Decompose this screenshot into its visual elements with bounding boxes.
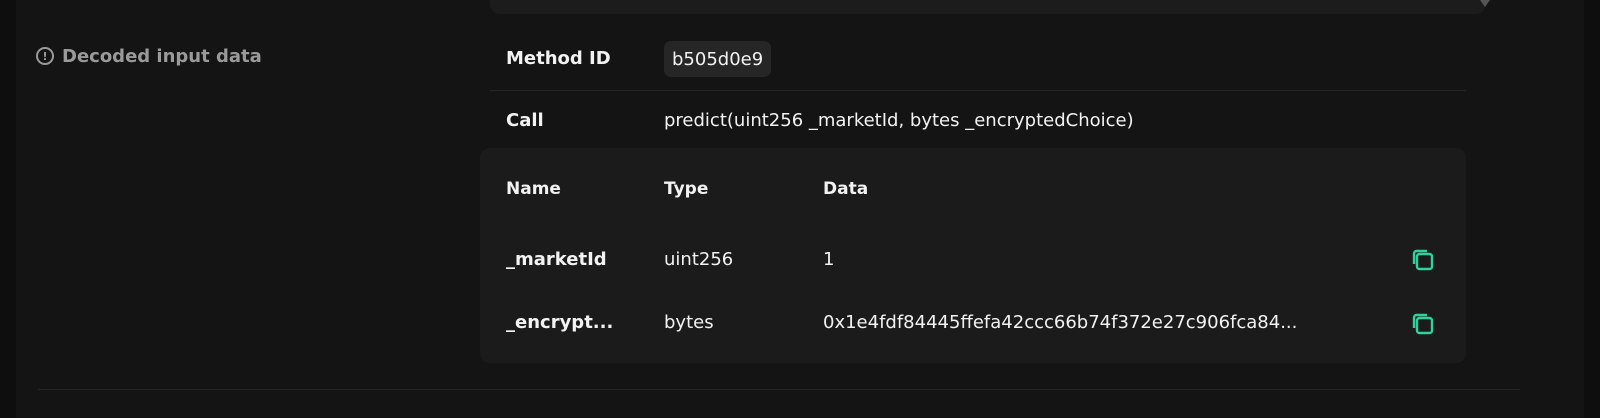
section-label: ! Decoded input data [36,43,262,69]
section-divider [38,389,1520,390]
method-id-badge: b505d0e9 [664,41,772,77]
previous-field-panel [490,0,1486,14]
call-signature: predict(uint256 _marketId, bytes _encryp… [664,110,1134,131]
column-header-data: Data [823,179,869,199]
param-type: uint256 [664,249,734,270]
param-name: _marketId [506,249,607,270]
method-id-label: Method ID [506,48,611,69]
column-header-type: Type [664,179,709,199]
method-id-value: b505d0e9 [672,48,764,70]
param-type: bytes [664,312,714,333]
copy-icon[interactable] [1410,247,1436,273]
param-data: 1 [823,249,835,270]
params-table: Name Type Data _marketId uint256 1 _encr… [480,148,1466,363]
param-name: _encrypt... [506,312,614,333]
info-icon: ! [36,47,54,65]
section-label-text: Decoded input data [62,45,262,67]
row-divider [490,90,1466,91]
copy-icon[interactable] [1410,311,1436,337]
column-header-name: Name [506,179,561,199]
param-data: 0x1e4fdf84445ffefa42ccc66b74f372e27c906f… [823,312,1298,333]
scroll-down-arrow-icon[interactable] [1480,0,1490,7]
call-label: Call [506,110,544,131]
